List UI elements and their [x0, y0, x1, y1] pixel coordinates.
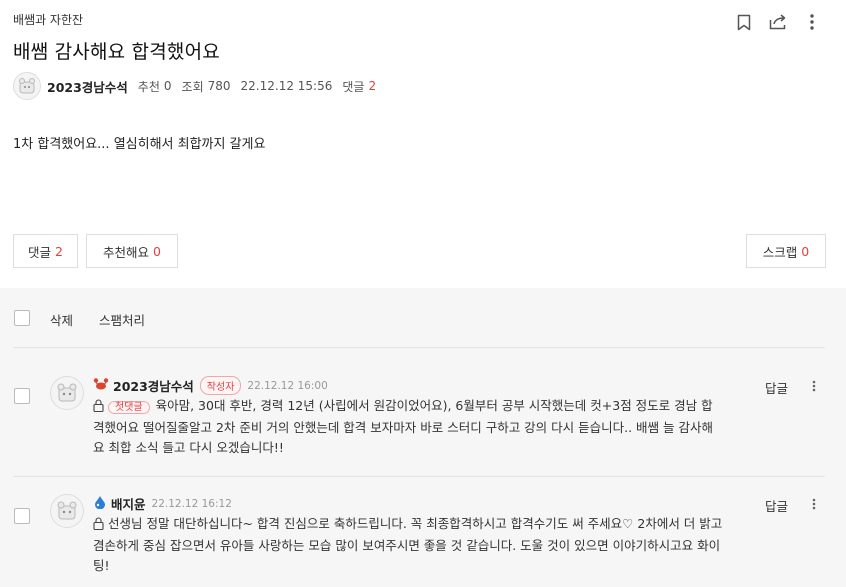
- comment-section: 삭제 스팸처리 2023경남수석 작성자 22.12.12 16:00 첫댓글 육…: [0, 288, 846, 587]
- more-vertical-icon[interactable]: [808, 496, 820, 512]
- comment-text: 첫댓글 육아맘, 30대 후반, 경력 12년 (사립에서 원감이었어요), 6월…: [93, 396, 723, 458]
- scrap-button[interactable]: 스크랩 0: [746, 234, 826, 268]
- comment-item: 2023경남수석 작성자 22.12.12 16:00 첫댓글 육아맘, 30대 …: [0, 376, 846, 456]
- comment-author[interactable]: 2023경남수석: [113, 376, 194, 395]
- delete-button[interactable]: 삭제: [50, 310, 73, 329]
- comment-body: 육아맘, 30대 후반, 경력 12년 (사립에서 원감이었어요), 6월부터 …: [93, 398, 713, 455]
- comment-item: 배지윤 22.12.12 16:12 선생님 정말 대단하십니다~ 합격 진심으…: [0, 494, 846, 574]
- views-label: 조회: [181, 79, 204, 94]
- avatar[interactable]: [50, 376, 84, 410]
- post-author[interactable]: 2023경남수석: [47, 77, 128, 96]
- reply-button[interactable]: 답글: [765, 378, 788, 397]
- select-all-checkbox[interactable]: [14, 310, 30, 326]
- comments-button[interactable]: 댓글 2: [13, 234, 78, 268]
- comments-count: 2: [368, 79, 377, 93]
- comment-header: 배지윤 22.12.12 16:12: [93, 494, 232, 513]
- comments-button-label: 댓글: [28, 244, 52, 260]
- more-vertical-icon[interactable]: [808, 378, 820, 394]
- more-vertical-icon[interactable]: [802, 12, 822, 32]
- recommend-button-label: 추천해요: [103, 244, 150, 260]
- comment-date: 22.12.12 16:00: [247, 379, 328, 392]
- avatar[interactable]: [13, 72, 41, 100]
- bookmark-icon[interactable]: [734, 12, 754, 32]
- comment-body: 선생님 정말 대단하십니다~ 합격 진심으로 축하드립니다. 꼭 최종합격하시고…: [93, 516, 723, 573]
- post-title: 배쌤 감사해요 합격했어요: [13, 41, 220, 63]
- lock-icon: [93, 398, 104, 418]
- board-name[interactable]: 배쌤과 자한잔: [13, 11, 83, 28]
- crab-icon: [93, 376, 109, 395]
- share-icon[interactable]: [768, 12, 788, 32]
- comments-button-count: 2: [55, 243, 63, 259]
- blue-drop-icon: [93, 494, 107, 513]
- comment-checkbox[interactable]: [14, 508, 30, 524]
- recommend-label: 추천: [137, 79, 160, 94]
- recommend-button-count: 0: [153, 243, 161, 259]
- divider: [13, 347, 825, 348]
- comment-author[interactable]: 배지윤: [111, 494, 146, 513]
- author-badge: 작성자: [199, 376, 242, 395]
- post-datetime: 22.12.12 15:56: [240, 79, 333, 93]
- recommend-button[interactable]: 추천해요 0: [86, 234, 178, 268]
- recommend-count: 0: [163, 79, 172, 93]
- first-comment-tag: 첫댓글: [108, 401, 150, 414]
- avatar[interactable]: [50, 494, 84, 528]
- comments-label: 댓글: [342, 79, 365, 94]
- scrap-button-label: 스크랩: [762, 244, 798, 260]
- scrap-button-count: 0: [801, 243, 810, 259]
- lock-icon: [93, 516, 104, 536]
- post-body: 1차 합격했어요... 열심히해서 최합까지 갈게요: [13, 137, 266, 152]
- spam-button[interactable]: 스팸처리: [99, 310, 145, 329]
- comment-checkbox[interactable]: [14, 388, 30, 404]
- comment-text: 선생님 정말 대단하십니다~ 합격 진심으로 축하드립니다. 꼭 최종합격하시고…: [93, 514, 723, 576]
- divider: [13, 476, 825, 477]
- reply-button[interactable]: 답글: [765, 496, 788, 515]
- post-meta: 2023경남수석 추천 0 조회 780 22.12.12 15:56 댓글 2: [13, 71, 376, 101]
- top-actions: [734, 12, 822, 32]
- comment-date: 22.12.12 16:12: [151, 497, 232, 510]
- comment-header: 2023경남수석 작성자 22.12.12 16:00: [93, 376, 328, 395]
- views-count: 780: [207, 79, 231, 93]
